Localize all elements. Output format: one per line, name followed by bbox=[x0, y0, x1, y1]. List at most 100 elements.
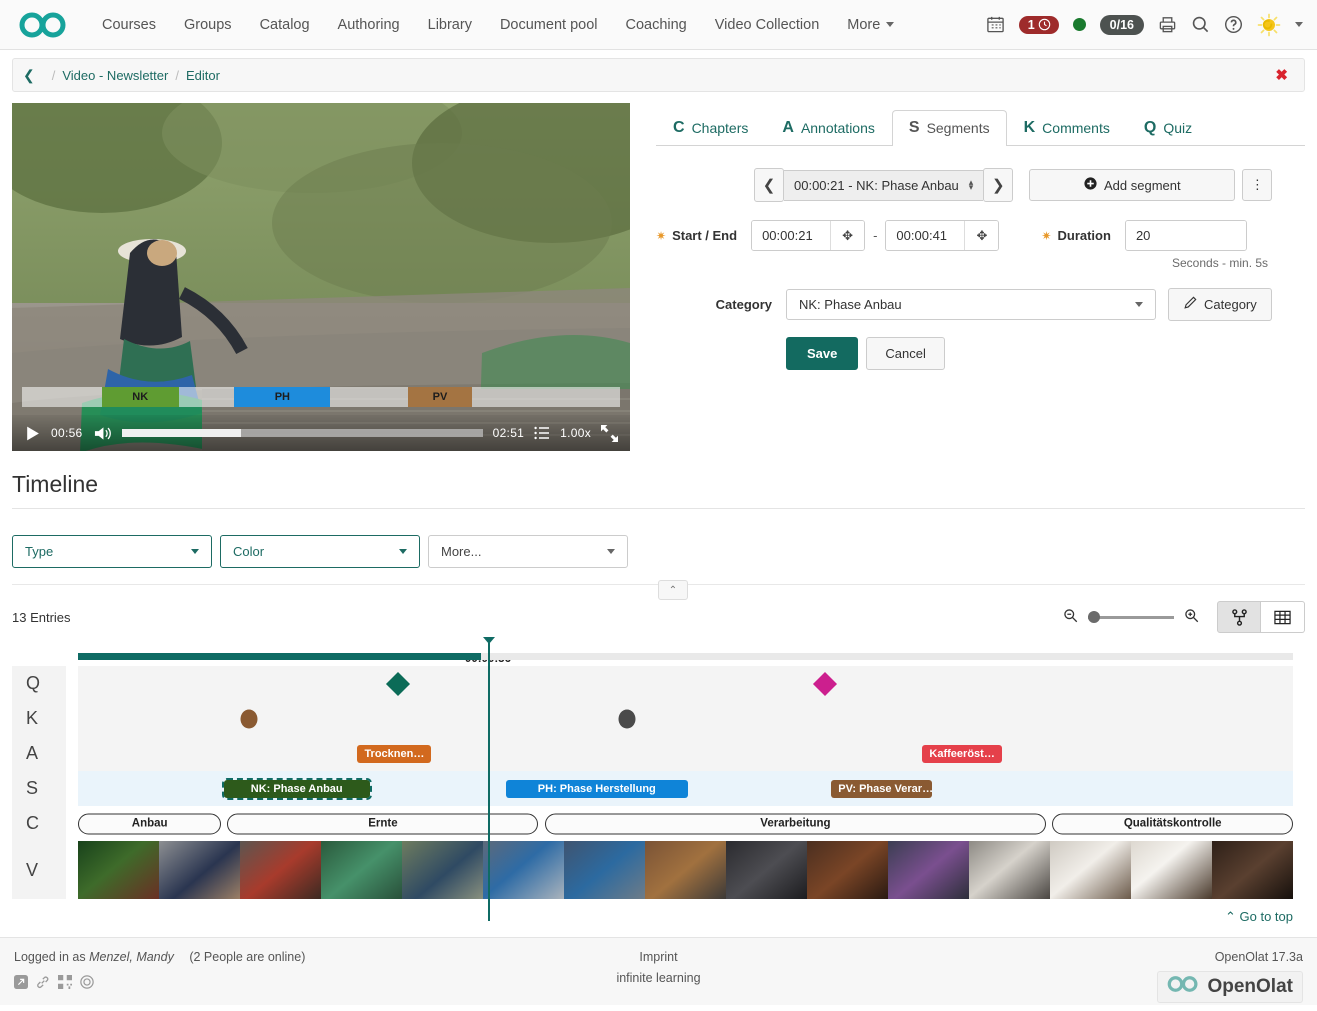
filmstrip-thumb[interactable] bbox=[564, 841, 645, 899]
duration-input[interactable] bbox=[1126, 221, 1246, 250]
view-timeline-button[interactable] bbox=[1217, 601, 1261, 633]
filter-more[interactable]: More... bbox=[428, 535, 628, 568]
duration-field[interactable] bbox=[1125, 220, 1247, 251]
segment-bar-ph[interactable]: PH: Phase Herstellung bbox=[506, 780, 688, 798]
filmstrip-thumb[interactable] bbox=[402, 841, 483, 899]
filmstrip-thumb[interactable] bbox=[645, 841, 726, 899]
add-segment-button[interactable]: Add segment bbox=[1029, 169, 1235, 201]
video-progress-bar[interactable] bbox=[122, 429, 483, 437]
filmstrip-thumb[interactable] bbox=[1050, 841, 1131, 899]
chapter-marker[interactable]: Ernte bbox=[227, 813, 538, 834]
chapters-list-icon[interactable] bbox=[534, 425, 550, 441]
start-time-input[interactable] bbox=[752, 221, 830, 250]
quiz-marker[interactable] bbox=[386, 671, 410, 695]
timeline-track-video[interactable] bbox=[78, 841, 1293, 899]
help-icon[interactable] bbox=[1224, 15, 1243, 34]
nav-link-video-collection[interactable]: Video Collection bbox=[701, 11, 834, 39]
view-table-button[interactable] bbox=[1261, 601, 1305, 633]
search-icon[interactable] bbox=[1191, 15, 1210, 34]
video-speed[interactable]: 1.00x bbox=[560, 426, 591, 440]
close-icon[interactable]: ✖ bbox=[1269, 64, 1294, 86]
next-segment-button[interactable]: ❯ bbox=[983, 168, 1013, 202]
filter-type[interactable]: Type bbox=[12, 535, 212, 568]
category-select[interactable]: NK: Phase Anbau bbox=[786, 289, 1156, 320]
nav-link-coaching[interactable]: Coaching bbox=[611, 11, 700, 39]
imprint-link[interactable]: Imprint bbox=[439, 950, 877, 964]
tab-annotations[interactable]: A Annotations bbox=[765, 110, 892, 146]
share-icon[interactable] bbox=[14, 975, 28, 992]
filmstrip-thumb[interactable] bbox=[969, 841, 1050, 899]
zoom-slider[interactable] bbox=[1088, 616, 1174, 619]
annotation-pill[interactable]: Trocknen… bbox=[357, 745, 431, 763]
nav-link-authoring[interactable]: Authoring bbox=[324, 11, 414, 39]
tasks-badge[interactable]: 0/16 bbox=[1100, 15, 1144, 35]
sun-icon[interactable] bbox=[1257, 13, 1281, 37]
timeline-grid[interactable]: 00:00:56 Q K bbox=[12, 653, 1305, 899]
brand-logo[interactable] bbox=[18, 11, 70, 39]
segment-selector[interactable]: 00:00:21 - NK: Phase Anbau ▴▾ bbox=[784, 170, 983, 201]
filmstrip-thumb[interactable] bbox=[159, 841, 240, 899]
breadcrumb-back-chevron-left-icon[interactable]: ❮ bbox=[23, 67, 35, 84]
fullscreen-icon[interactable] bbox=[601, 425, 618, 442]
nav-link-document-pool[interactable]: Document pool bbox=[486, 11, 612, 39]
segment-bar-nk[interactable]: NK: Phase Anbau bbox=[224, 780, 370, 798]
filmstrip-thumb[interactable] bbox=[888, 841, 969, 899]
chapter-marker[interactable]: Verarbeitung bbox=[545, 813, 1047, 834]
zoom-out-icon[interactable] bbox=[1063, 608, 1078, 626]
tab-comments[interactable]: K Comments bbox=[1007, 110, 1127, 146]
volume-icon[interactable] bbox=[93, 425, 112, 442]
tab-quiz[interactable]: Q Quiz bbox=[1127, 110, 1209, 146]
video-filmstrip[interactable] bbox=[78, 841, 1293, 899]
start-time-field[interactable]: ✥ bbox=[751, 220, 865, 251]
timeline-track-comments[interactable] bbox=[78, 701, 1293, 736]
timeline-track-annotations[interactable]: Trocknen… Kaffeeröst… bbox=[78, 736, 1293, 771]
green-dot-icon[interactable] bbox=[1073, 18, 1086, 31]
chapter-marker[interactable]: Qualitätskontrolle bbox=[1052, 813, 1293, 834]
video-player[interactable]: NK PH PV 00:56 bbox=[12, 103, 630, 451]
filmstrip-thumb[interactable] bbox=[483, 841, 564, 899]
nav-link-more[interactable]: More bbox=[833, 11, 908, 39]
comment-marker[interactable] bbox=[619, 709, 636, 728]
printer-icon[interactable] bbox=[1158, 15, 1177, 34]
go-to-top-label[interactable]: Go to top bbox=[1240, 909, 1293, 924]
video-segment-pv[interactable]: PV bbox=[408, 387, 473, 407]
breadcrumb-item-editor[interactable]: Editor bbox=[186, 68, 220, 83]
cancel-button[interactable]: Cancel bbox=[866, 337, 944, 370]
timeline-playhead[interactable] bbox=[488, 643, 491, 921]
timeline-track-quiz[interactable] bbox=[78, 666, 1293, 701]
nav-link-groups[interactable]: Groups bbox=[170, 11, 246, 39]
timeline-track-chapters[interactable]: Anbau Ernte Verarbeitung Qualitätskontro… bbox=[78, 806, 1293, 841]
tab-segments[interactable]: S Segments bbox=[892, 110, 1007, 146]
previous-segment-button[interactable]: ❮ bbox=[754, 168, 784, 202]
filmstrip-thumb[interactable] bbox=[807, 841, 888, 899]
nav-link-courses[interactable]: Courses bbox=[88, 11, 170, 39]
link-icon[interactable] bbox=[36, 975, 50, 992]
edit-category-button[interactable]: Category bbox=[1168, 288, 1272, 321]
qr-icon[interactable] bbox=[58, 975, 72, 992]
notifications-badge[interactable]: 1 bbox=[1019, 16, 1059, 34]
tab-chapters[interactable]: C Chapters bbox=[656, 110, 765, 146]
filter-color[interactable]: Color bbox=[220, 535, 420, 568]
zoom-in-icon[interactable] bbox=[1184, 608, 1199, 626]
start-move-crosshair-icon[interactable]: ✥ bbox=[830, 221, 864, 250]
nav-link-catalog[interactable]: Catalog bbox=[246, 11, 324, 39]
calendar-icon[interactable] bbox=[986, 15, 1005, 34]
filmstrip-thumb[interactable] bbox=[78, 841, 159, 899]
play-icon[interactable] bbox=[24, 425, 41, 442]
filmstrip-thumb[interactable] bbox=[1212, 841, 1293, 899]
zoom-slider-handle[interactable] bbox=[1088, 611, 1100, 623]
end-time-input[interactable] bbox=[886, 221, 964, 250]
user-menu-chevron-down-icon[interactable] bbox=[1295, 22, 1303, 27]
segment-bar-pv[interactable]: PV: Phase Verar… bbox=[831, 780, 932, 798]
filmstrip-thumb[interactable] bbox=[1131, 841, 1212, 899]
annotation-pill[interactable]: Kaffeeröst… bbox=[922, 745, 1001, 763]
breadcrumb-item-video-newsletter[interactable]: Video - Newsletter bbox=[62, 68, 168, 83]
video-segment-nk[interactable]: NK bbox=[102, 387, 179, 407]
filmstrip-thumb[interactable] bbox=[321, 841, 402, 899]
timeline-track-segments[interactable]: NK: Phase Anbau PH: Phase Herstellung PV… bbox=[78, 771, 1293, 806]
chapter-marker[interactable]: Anbau bbox=[78, 813, 221, 834]
timeline-progress-track[interactable] bbox=[78, 653, 1293, 660]
comment-marker[interactable] bbox=[241, 709, 258, 728]
quiz-marker[interactable] bbox=[813, 671, 837, 695]
end-time-field[interactable]: ✥ bbox=[885, 220, 999, 251]
